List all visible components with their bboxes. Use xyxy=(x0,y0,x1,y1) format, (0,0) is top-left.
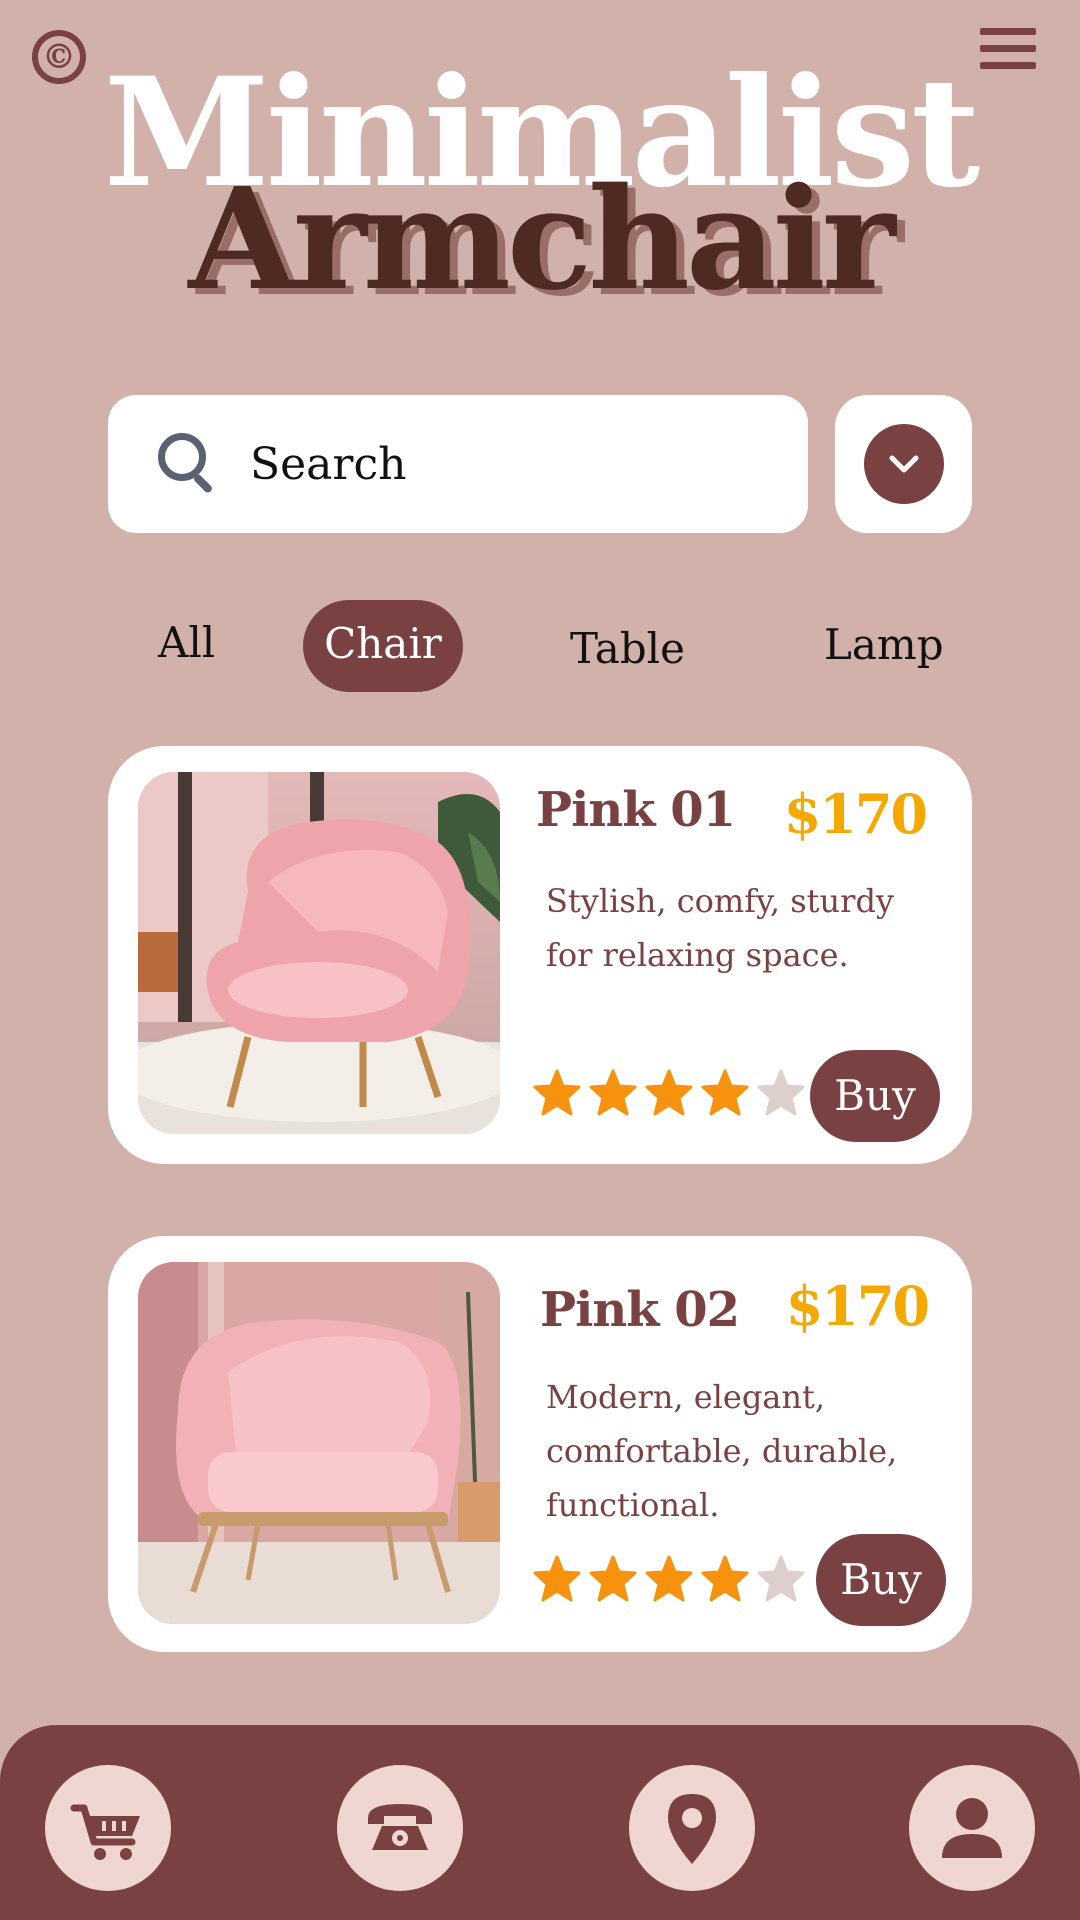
product-name: Pink 02 xyxy=(540,1282,740,1338)
nav-contact-button[interactable] xyxy=(337,1765,463,1891)
product-card[interactable]: Pink 02 $170 Modern, elegant, comfortabl… xyxy=(108,1236,972,1652)
star-filled-icon xyxy=(589,1555,637,1602)
nav-location-button[interactable] xyxy=(629,1765,755,1891)
location-icon xyxy=(668,1794,716,1864)
star-empty-icon xyxy=(757,1069,805,1116)
buy-button[interactable]: Buy xyxy=(810,1050,940,1142)
star-filled-icon xyxy=(533,1069,581,1116)
star-empty-icon xyxy=(757,1555,805,1602)
nav-profile-button[interactable] xyxy=(909,1765,1035,1891)
search-bar xyxy=(108,395,808,533)
phone-icon xyxy=(368,1804,432,1850)
product-image xyxy=(138,1262,500,1624)
buy-button[interactable]: Buy xyxy=(816,1534,946,1626)
star-filled-icon xyxy=(645,1555,693,1602)
star-filled-icon xyxy=(701,1555,749,1602)
star-filled-icon xyxy=(533,1555,581,1602)
product-image xyxy=(138,772,500,1134)
product-name: Pink 01 xyxy=(536,782,736,838)
cart-icon xyxy=(70,1804,140,1860)
tab-all[interactable]: All xyxy=(158,618,215,667)
star-filled-icon xyxy=(701,1069,749,1116)
product-price: $170 xyxy=(783,782,928,846)
tab-lamp[interactable]: Lamp xyxy=(824,620,944,669)
search-icon xyxy=(158,433,220,495)
nav-cart-button[interactable] xyxy=(45,1765,171,1891)
product-price: $170 xyxy=(785,1274,930,1338)
star-filled-icon xyxy=(645,1069,693,1116)
rating-stars xyxy=(532,1068,806,1118)
product-card[interactable]: Pink 01 $170 Stylish, comfy, sturdy for … xyxy=(108,746,972,1164)
user-icon xyxy=(942,1798,1002,1858)
search-input[interactable] xyxy=(250,438,750,490)
product-description: Stylish, comfy, sturdy for relaxing spac… xyxy=(546,882,894,974)
product-description: Modern, elegant, comfortable, durable, f… xyxy=(546,1378,898,1524)
star-filled-icon xyxy=(589,1069,637,1116)
tab-table[interactable]: Table xyxy=(570,624,685,673)
bottom-navigation xyxy=(0,1725,1080,1920)
rating-stars xyxy=(532,1554,806,1604)
chevron-down-icon xyxy=(889,455,918,473)
tab-chair[interactable]: Chair xyxy=(303,600,463,692)
page-title-line2: Armchair xyxy=(188,158,895,322)
filter-dropdown-button[interactable] xyxy=(835,395,972,533)
